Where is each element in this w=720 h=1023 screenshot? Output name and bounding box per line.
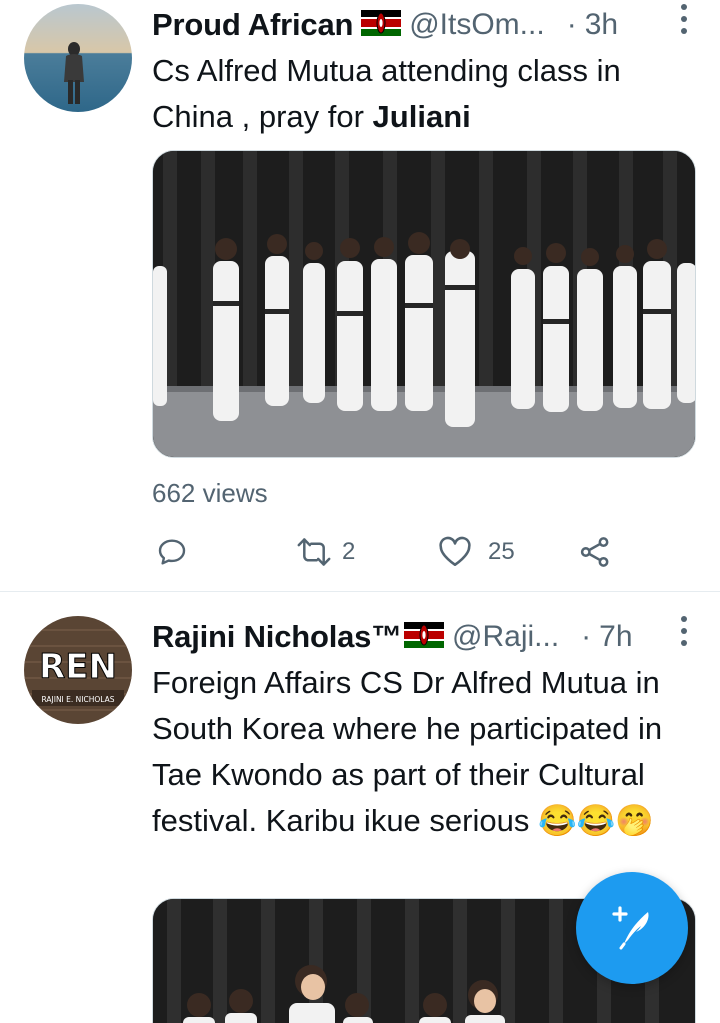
retweet-icon	[296, 536, 332, 568]
tweet-1[interactable]: Proud African @ItsOm... · 3h Cs Alfred M…	[0, 0, 720, 590]
separator-dot: ·	[581, 620, 592, 653]
reply-icon	[156, 536, 188, 568]
tweet-header: Rajini Nicholas™ @Raji... · 7h	[152, 614, 720, 660]
tweet-actions: 2 25	[152, 532, 622, 572]
display-name[interactable]: Proud African	[152, 7, 353, 43]
avatar-monogram: REN	[39, 647, 117, 687]
more-options-icon[interactable]	[680, 616, 688, 646]
avatar-caption: RAJINI E. NICHOLAS	[41, 695, 114, 704]
tweet-text-bold[interactable]: Juliani	[373, 99, 471, 134]
retweet-count: 2	[342, 538, 356, 565]
share-icon	[578, 535, 612, 569]
like-count: 25	[488, 538, 515, 565]
retweet-button[interactable]: 2	[296, 532, 355, 572]
timestamp[interactable]: 3h	[585, 8, 618, 42]
kenya-flag-icon	[404, 621, 445, 653]
avatar[interactable]	[24, 4, 132, 112]
tweet-divider	[0, 591, 720, 592]
display-name[interactable]: Rajini Nicholas™	[152, 619, 402, 655]
share-button[interactable]	[578, 532, 612, 572]
reply-button[interactable]	[156, 532, 188, 572]
tweet-header: Proud African @ItsOm... · 3h	[152, 2, 720, 48]
kenya-flag-icon	[361, 9, 402, 41]
handle[interactable]: @ItsOm...	[409, 8, 544, 42]
compose-tweet-button[interactable]	[576, 872, 688, 984]
like-button[interactable]: 25	[438, 532, 515, 572]
timestamp[interactable]: 7h	[599, 620, 632, 654]
compose-feather-plus-icon	[604, 898, 660, 959]
tweet-text: Cs Alfred Mutua attending class in China…	[152, 48, 702, 140]
tweet-video-thumbnail[interactable]	[152, 150, 696, 458]
view-count: 662 views	[152, 478, 268, 508]
tweet-text: Foreign Affairs CS Dr Alfred Mutua in So…	[152, 665, 663, 838]
avatar[interactable]: REN RAJINI E. NICHOLAS	[24, 616, 132, 724]
handle[interactable]: @Raji...	[452, 620, 559, 654]
heart-icon	[438, 536, 472, 568]
more-options-icon[interactable]	[680, 4, 688, 34]
separator-dot: ·	[566, 8, 577, 41]
